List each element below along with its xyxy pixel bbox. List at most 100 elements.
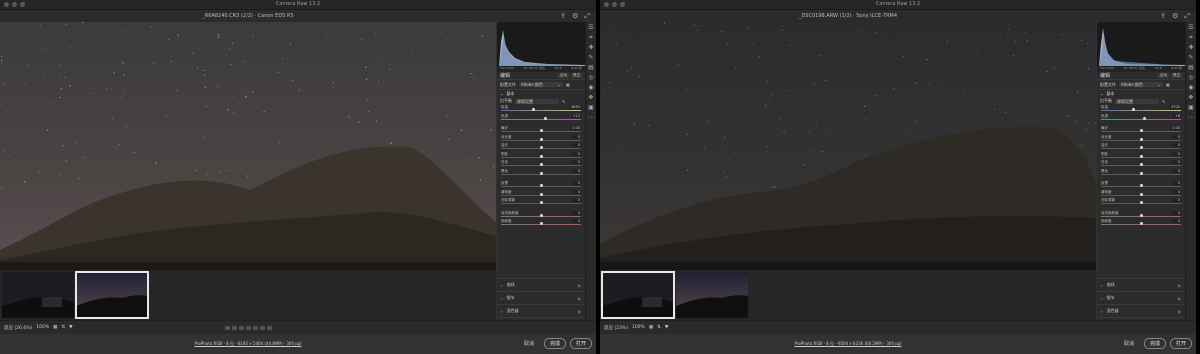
slider-knob[interactable] [539, 163, 543, 166]
image-preview[interactable] [600, 22, 1096, 270]
thumbnail[interactable] [2, 272, 74, 318]
eye-icon[interactable]: ◉ [1178, 283, 1182, 288]
slider-value[interactable]: 4700 [1170, 105, 1181, 109]
zoom-value[interactable]: 100% [36, 325, 49, 331]
slider-knob[interactable] [539, 184, 543, 187]
snapshot-icon[interactable]: ▣ [588, 105, 594, 111]
slider-knob[interactable] [1139, 222, 1143, 225]
slider-knob[interactable] [1139, 137, 1143, 141]
slider-knob[interactable] [539, 154, 543, 158]
workflow-options-link[interactable]: ProPhoto RGB - 8 位 - 9504 x 6336 (60.2MP… [600, 341, 1096, 347]
mixer-section[interactable]: › 混色器 ◉ [497, 304, 585, 317]
gradient-icon[interactable]: ▤ [588, 65, 594, 71]
slider-knob[interactable] [1139, 154, 1143, 158]
brush-icon[interactable]: ✎ [1188, 55, 1193, 61]
curve-section[interactable]: › 曲线 ◉ [497, 278, 585, 291]
edit-icon[interactable]: ☰ [588, 25, 593, 31]
bw-button[interactable]: 黑白 [571, 73, 582, 78]
wb-select[interactable]: 原照设置 [515, 98, 559, 104]
slider-value[interactable]: 0 [1172, 160, 1181, 164]
slider-value[interactable]: 0.00 [1171, 126, 1181, 130]
slider-track[interactable] [501, 110, 581, 111]
slider-value[interactable]: 0 [572, 198, 581, 202]
eye-icon[interactable]: ◉ [578, 296, 582, 301]
slider-knob[interactable] [1139, 184, 1143, 187]
sort-icon[interactable]: ⇅ [657, 325, 661, 331]
slider-knob[interactable] [1139, 146, 1143, 149]
slider-value[interactable]: 0 [1172, 189, 1181, 194]
radial-icon[interactable]: ◎ [1188, 75, 1193, 81]
workflow-options-link[interactable]: ProPhoto RGB - 8 位 - 8192 x 5464 (44.8MP… [0, 341, 496, 347]
fullscreen-icon[interactable]: ⤢ [1184, 12, 1190, 21]
slider-knob[interactable] [1139, 213, 1143, 217]
slider-track[interactable] [501, 118, 581, 120]
radial-icon[interactable]: ◎ [588, 75, 593, 81]
slider-value[interactable]: 0 [572, 210, 581, 215]
zoom-fit-label[interactable]: 适应 (26.6%) [4, 325, 32, 331]
profile-browser-icon[interactable]: ▦ [1166, 82, 1170, 87]
eye-icon[interactable]: ◉ [1178, 296, 1182, 301]
profile-browser-icon[interactable]: ▦ [566, 82, 570, 87]
done-button[interactable]: 完成 [1143, 338, 1166, 349]
slider-knob[interactable] [539, 222, 543, 225]
profile-select[interactable]: Adobe 颜色 ⌄ [519, 82, 563, 87]
slider-knob[interactable] [539, 171, 543, 175]
more-icon[interactable]: ⋯ [588, 115, 594, 121]
cancel-button[interactable]: 取消 [518, 339, 540, 348]
auto-button[interactable]: 自动 [1158, 73, 1169, 78]
eyedropper-icon[interactable]: ✎ [1162, 99, 1165, 104]
slider-value[interactable]: 0 [572, 181, 581, 185]
basic-section-header[interactable]: ⌄ 基本 [497, 89, 585, 97]
zoom-fit-label[interactable]: 适应 (23%) [604, 325, 628, 331]
open-button[interactable]: 打开 [569, 338, 592, 349]
gear-icon[interactable]: ⚙ [1172, 12, 1178, 21]
zoom-value[interactable]: 100% [632, 325, 645, 331]
profile-select[interactable]: Adobe 颜色 ⌄ [1119, 82, 1163, 87]
slider-knob[interactable] [1139, 129, 1143, 132]
slider-knob[interactable] [539, 129, 543, 132]
slider-value[interactable]: 0 [572, 189, 581, 194]
filmstrip-icon[interactable]: ▦ [649, 325, 653, 331]
spot-heal-icon[interactable]: ✚ [588, 45, 593, 51]
slider-knob[interactable] [539, 213, 543, 217]
slider-value[interactable]: 0 [572, 219, 581, 223]
slider-value[interactable]: 0 [1172, 134, 1181, 139]
filmstrip-icon[interactable]: ▦ [53, 325, 57, 331]
slider-knob[interactable] [1139, 171, 1143, 175]
filter-icon[interactable]: ▼ [665, 325, 668, 331]
done-button[interactable]: 完成 [543, 338, 566, 349]
detail-section[interactable]: › 细节 ◉ [1097, 291, 1185, 304]
sort-icon[interactable]: ⇅ [61, 325, 65, 331]
fullscreen-icon[interactable]: ⤢ [584, 12, 590, 21]
slider-value[interactable]: 0 [1172, 143, 1181, 147]
rating-dots[interactable] [225, 326, 272, 330]
wb-select[interactable]: 原照设置 [1115, 98, 1159, 104]
thumbnail[interactable] [676, 272, 748, 318]
slider-value[interactable]: 0 [572, 151, 581, 156]
preset-icon[interactable]: ❖ [588, 95, 593, 101]
slider-knob[interactable] [539, 137, 543, 141]
thumbnail-selected[interactable] [75, 271, 149, 319]
slider-value[interactable]: 0.00 [571, 126, 581, 130]
eye-icon[interactable]: ◉ [578, 309, 582, 314]
slider-knob[interactable] [1142, 116, 1146, 120]
slider-track[interactable] [1101, 118, 1181, 120]
slider-knob[interactable] [539, 192, 543, 196]
cancel-button[interactable]: 取消 [1118, 339, 1140, 348]
slider-knob[interactable] [531, 108, 535, 111]
mixer-section[interactable]: › 混色器 ◉ [1097, 304, 1185, 317]
slider-knob[interactable] [539, 146, 543, 149]
slider-value[interactable]: 0 [572, 134, 581, 139]
slider-value[interactable]: 4650 [570, 105, 581, 109]
slider-value[interactable]: 0 [1172, 219, 1181, 223]
eye-icon[interactable]: ◉ [1178, 309, 1182, 314]
open-button[interactable]: 打开 [1169, 338, 1192, 349]
brush-icon[interactable]: ✎ [588, 55, 593, 61]
basic-section-header[interactable]: ⌄ 基本 [1097, 89, 1185, 97]
more-icon[interactable]: ⋯ [1188, 115, 1194, 121]
thumbnail-selected[interactable] [601, 271, 675, 319]
snapshot-icon[interactable]: ▣ [1188, 105, 1194, 111]
image-preview[interactable] [0, 22, 496, 270]
bw-button[interactable]: 黑白 [1171, 73, 1182, 78]
slider-value[interactable]: +8 [1172, 113, 1181, 118]
